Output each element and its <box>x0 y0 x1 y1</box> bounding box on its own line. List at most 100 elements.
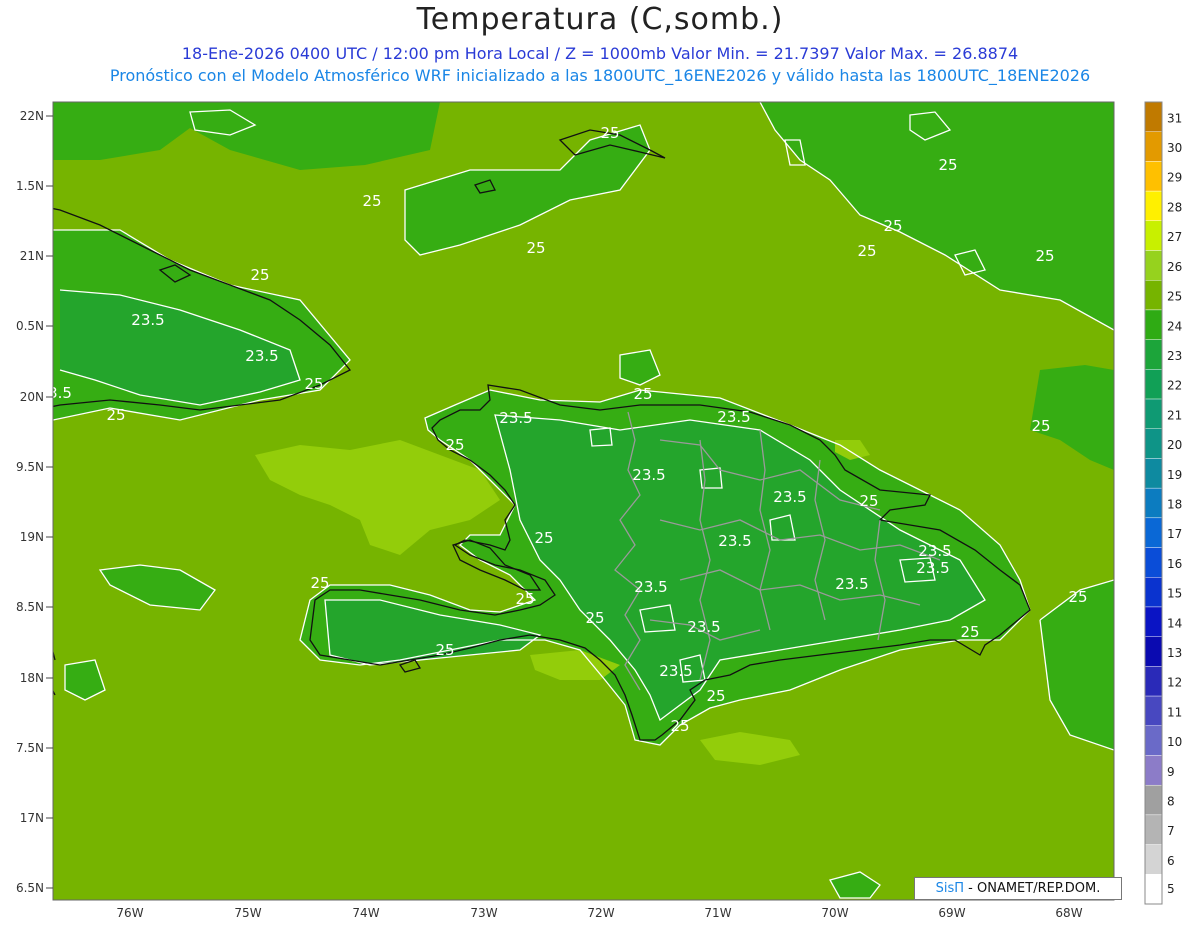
colorbar-label: 11 <box>1167 705 1182 719</box>
colorbar-swatch <box>1144 220 1163 251</box>
colorbar-swatch <box>1144 309 1163 340</box>
colorbar-label: 7 <box>1167 824 1175 838</box>
colorbar-swatch <box>1144 874 1163 905</box>
colorbar-label: 29 <box>1167 171 1182 185</box>
sispi-brand: SisΠ <box>935 881 965 896</box>
colorbar-label: 31 <box>1167 111 1182 125</box>
colorbar-label: 15 <box>1167 587 1182 601</box>
colorbar-swatch <box>1144 606 1163 637</box>
contour-value-label: 23.5 <box>835 575 868 593</box>
contour-value-label: 25 <box>534 529 553 547</box>
colorbar-swatch <box>1144 547 1163 578</box>
colorbar-swatch <box>1144 458 1163 489</box>
colorbar-swatch <box>1144 725 1163 756</box>
contour-value-label: 23.5 <box>916 559 949 577</box>
colorbar-swatch <box>1144 190 1163 222</box>
colorbar-swatch <box>1144 666 1163 697</box>
colorbar-swatch <box>1144 280 1163 311</box>
lon-label: 75W <box>234 906 261 920</box>
contour-value-label: 25 <box>1031 417 1050 435</box>
contour-value-label: 25 <box>1068 588 1087 606</box>
temperature-map: 25 25 25 25 25 25 25 25 25 25 25 25 25 25 25 25 25 25 25 25… <box>16 101 1182 920</box>
lon-label: 68W <box>1055 906 1082 920</box>
colorbar-swatch <box>1144 250 1163 281</box>
colorbar-label: 28 <box>1167 200 1182 214</box>
colorbar-label: 18 <box>1167 497 1182 511</box>
contour-value-label: 25 <box>670 717 689 735</box>
colorbar-swatch <box>1144 814 1163 845</box>
colorbar-label: 24 <box>1167 319 1182 333</box>
lon-label: 73W <box>470 906 497 920</box>
lat-label: 22N <box>20 109 44 123</box>
contour-value-label: 25 <box>435 641 454 659</box>
contour-value-label: 25 <box>857 242 876 260</box>
colorbar-label: 20 <box>1167 438 1182 452</box>
colorbar-swatch <box>1144 784 1163 816</box>
colorbar-label: 23 <box>1167 349 1182 363</box>
colorbar-label: 30 <box>1167 141 1182 155</box>
lat-label: 17N <box>20 811 44 825</box>
contour-value-label: 23.5 <box>632 466 665 484</box>
contour-value-label: 23.5 <box>659 662 692 680</box>
colorbar-label: 17 <box>1167 527 1182 541</box>
colorbar-swatch <box>1144 131 1163 162</box>
contour-value-label: 25 <box>106 406 125 424</box>
colorbar-swatch <box>1144 487 1163 519</box>
colorbar-swatch <box>1144 398 1163 429</box>
lat-label: 9.5N <box>16 460 44 474</box>
contour-value-label: 23.5 <box>717 408 750 426</box>
colorbar-swatch <box>1144 101 1163 132</box>
colorbar-swatch <box>1144 517 1163 548</box>
lat-label: 1.5N <box>16 179 44 193</box>
colorbar-label: 26 <box>1167 260 1182 274</box>
lon-label: 70W <box>821 906 848 920</box>
contour-value-label: 3.5 <box>48 384 72 402</box>
lat-label: 6.5N <box>16 881 44 895</box>
colorbar-swatch <box>1144 636 1163 667</box>
contour-value-label: 25 <box>362 192 381 210</box>
lat-label: 18N <box>20 671 44 685</box>
colorbar-label: 16 <box>1167 557 1182 571</box>
lat-label: 8.5N <box>16 600 44 614</box>
contour-value-label: 25 <box>883 217 902 235</box>
contour-value-label: 23.5 <box>499 409 532 427</box>
colorbar-swatch <box>1144 339 1163 370</box>
contour-value-label: 23.5 <box>773 488 806 506</box>
colorbar-label: 12 <box>1167 676 1182 690</box>
contour-value-label: 23.5 <box>918 542 951 560</box>
colorbar-label: 21 <box>1167 408 1182 422</box>
contour-value-label: 23.5 <box>687 618 720 636</box>
credit-org: - ONAMET/REP.DOM. <box>968 881 1101 896</box>
contour-value-label: 23.5 <box>131 311 164 329</box>
colorbar-label: 8 <box>1167 795 1175 809</box>
colorbar-swatch <box>1144 369 1163 400</box>
lat-label: 19N <box>20 530 44 544</box>
contour-value-label: 25 <box>633 385 652 403</box>
contour-value-label: 25 <box>526 239 545 257</box>
contour-value-label: 25 <box>310 574 329 592</box>
colorbar-label: 27 <box>1167 230 1182 244</box>
colorbar-label: 25 <box>1167 290 1182 304</box>
colorbar-label: 22 <box>1167 379 1182 393</box>
lon-label: 76W <box>116 906 143 920</box>
contour-value-label: 25 <box>706 687 725 705</box>
contour-value-label: 25 <box>585 609 604 627</box>
colorbar-swatch <box>1144 161 1163 192</box>
colorbar-label: 10 <box>1167 735 1182 749</box>
colorbar-label: 14 <box>1167 616 1182 630</box>
contour-value-label: 23.5 <box>634 578 667 596</box>
lon-label: 74W <box>352 906 379 920</box>
colorbar: 31 30 29 28 27 26 25 24 23 22 21 20 19 18 17 16 15 14 13 12… <box>1144 101 1182 905</box>
lon-label: 72W <box>587 906 614 920</box>
contour-value-label: 25 <box>859 492 878 510</box>
lon-label: 71W <box>704 906 731 920</box>
contour-value-label: 25 <box>600 124 619 142</box>
lat-label: 0.5N <box>16 319 44 333</box>
colorbar-swatch <box>1144 577 1163 608</box>
latitude-axis: 22N 1.5N 21N 0.5N 20N 9.5N 19N 8.5N 18N 7.5N 17N 6.… <box>16 109 53 895</box>
contour-value-label: 25 <box>250 266 269 284</box>
colorbar-swatch <box>1144 428 1163 459</box>
contour-value-label: 25 <box>960 623 979 641</box>
lat-label: 7.5N <box>16 741 44 755</box>
colorbar-label: 19 <box>1167 468 1182 482</box>
